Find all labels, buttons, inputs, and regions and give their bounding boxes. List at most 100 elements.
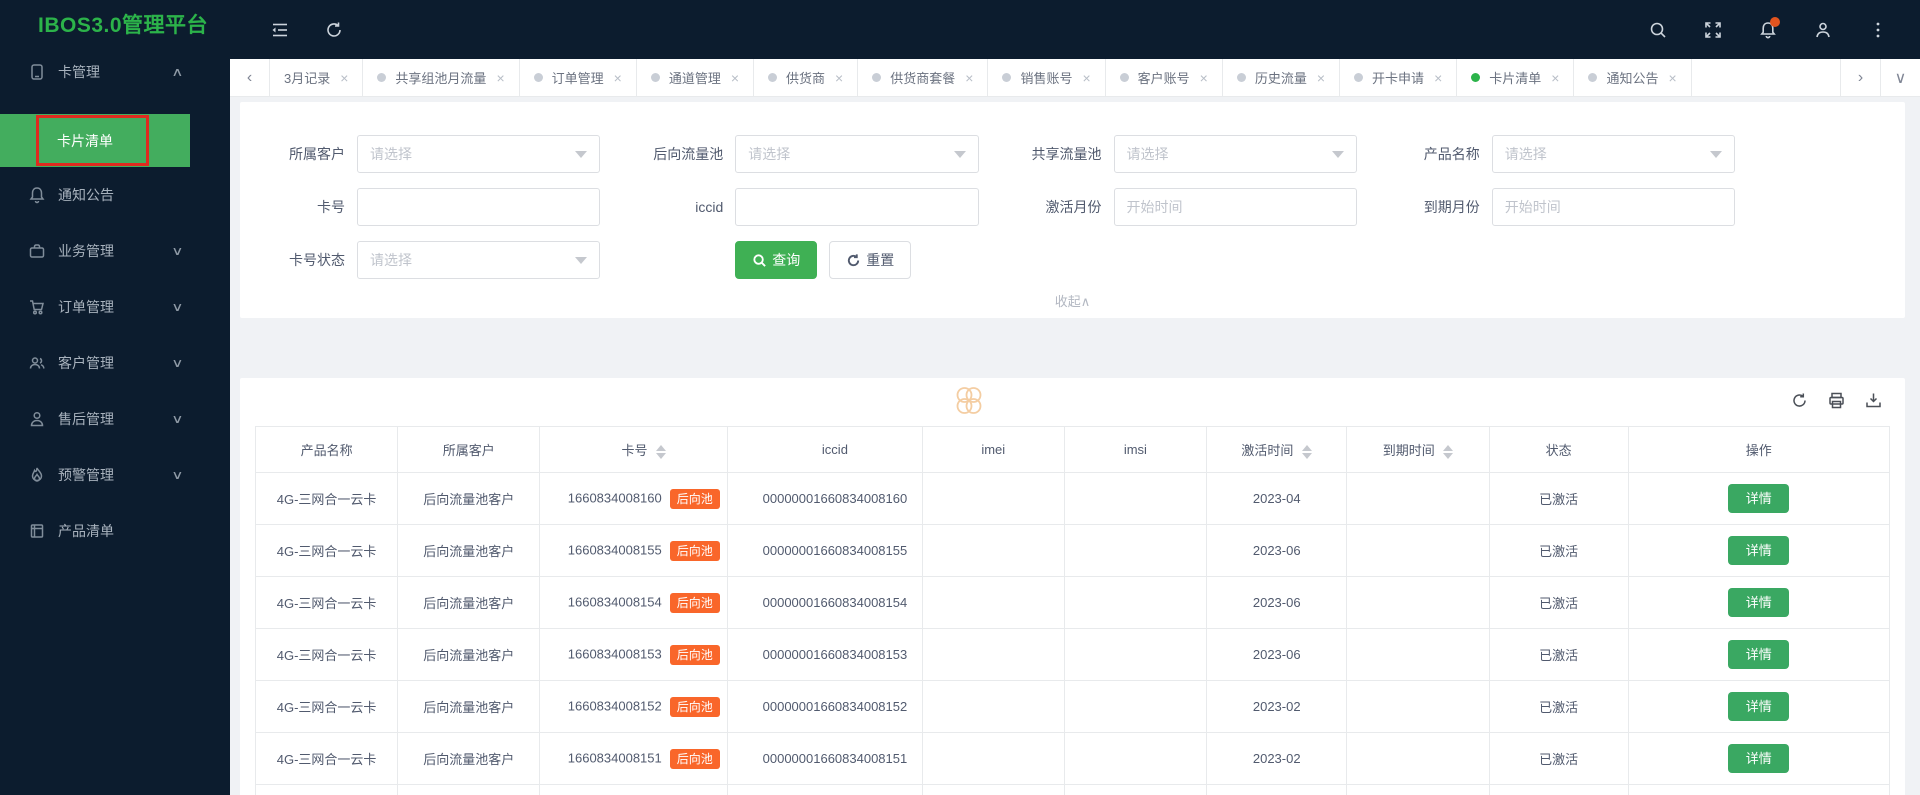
sidebar-item-label: 订单管理 bbox=[58, 299, 114, 315]
search-icon[interactable] bbox=[1648, 20, 1668, 40]
content-area: 所属客户 请选择 后向流量池 请选择 共享流量池 请选择 产品名称 请选择 卡号… bbox=[230, 97, 1920, 795]
tabs-menu-button[interactable]: ∨ bbox=[1880, 59, 1920, 96]
tab-notices[interactable]: 通知公告 × bbox=[1574, 59, 1692, 96]
field-label: 产品名称 bbox=[1423, 146, 1480, 162]
table-header-row: 产品名称 所属客户 卡号 iccid imei imsi 激活时间 到期时间 状… bbox=[254, 426, 1891, 473]
close-icon[interactable]: × bbox=[1551, 70, 1559, 86]
product-name-select[interactable]: 请选择 bbox=[1491, 135, 1735, 173]
topbar bbox=[230, 0, 1920, 59]
tab-shared-pool-monthly[interactable]: 共享组池月流量 × bbox=[363, 59, 520, 96]
tab-card-application[interactable]: 开卡申请 × bbox=[1340, 59, 1458, 96]
activation-month-input[interactable] bbox=[1126, 199, 1344, 215]
sidebar-item-warnings[interactable]: 预警管理 ∨ bbox=[0, 447, 230, 503]
field-label: iccid bbox=[695, 199, 724, 215]
user-avatar-icon[interactable] bbox=[1813, 20, 1833, 40]
tab-label: 通道管理 bbox=[668, 71, 721, 86]
close-icon[interactable]: × bbox=[340, 70, 348, 86]
close-icon[interactable]: × bbox=[1668, 70, 1676, 86]
sidebar-item-label: 产品清单 bbox=[58, 523, 114, 539]
iccid-input-wrap bbox=[735, 188, 979, 226]
close-icon[interactable]: × bbox=[731, 70, 739, 86]
card-number: 1660834008152 bbox=[567, 697, 662, 713]
detail-button[interactable]: 详情 bbox=[1728, 588, 1790, 617]
close-icon[interactable]: × bbox=[1200, 70, 1208, 86]
field-label: 卡号状态 bbox=[289, 252, 345, 268]
col-status: 状态 bbox=[1488, 426, 1629, 473]
tabs-scroll-left-button[interactable]: ‹ bbox=[230, 59, 270, 96]
tab-supplier[interactable]: 供货商 × bbox=[754, 59, 859, 96]
collapse-filters-toggle[interactable]: 收起∧ bbox=[240, 291, 1905, 310]
tab-dot bbox=[872, 73, 882, 82]
detail-button[interactable]: 详情 bbox=[1728, 744, 1790, 773]
tab-sales-account[interactable]: 销售账号 × bbox=[988, 59, 1106, 96]
tab-label: 销售账号 bbox=[1020, 71, 1073, 86]
close-icon[interactable]: × bbox=[1082, 70, 1090, 86]
sidebar-item-products[interactable]: 产品清单 bbox=[0, 503, 230, 559]
sidebar-item-label: 通知公告 bbox=[58, 187, 114, 203]
card-table: 产品名称 所属客户 卡号 iccid imei imsi 激活时间 到期时间 状… bbox=[254, 426, 1891, 795]
filter-panel: 所属客户 请选择 后向流量池 请选择 共享流量池 请选择 产品名称 请选择 卡号… bbox=[240, 102, 1905, 318]
sidebar-item-orders[interactable]: 订单管理 ∨ bbox=[0, 279, 230, 335]
sidebar-item-card-management[interactable]: 卡管理 ∧ bbox=[0, 48, 230, 96]
refresh-table-icon[interactable] bbox=[1791, 392, 1808, 409]
tab-channel-management[interactable]: 通道管理 × bbox=[637, 59, 755, 96]
col-actions: 操作 bbox=[1627, 426, 1891, 473]
pool-badge: 后向池 bbox=[669, 540, 720, 561]
expiry-month-input[interactable] bbox=[1504, 199, 1722, 215]
download-icon[interactable] bbox=[1865, 392, 1882, 409]
detail-button[interactable]: 详情 bbox=[1728, 536, 1790, 565]
col-customer: 所属客户 bbox=[397, 426, 541, 473]
close-icon[interactable]: × bbox=[835, 70, 843, 86]
iccid-input[interactable] bbox=[748, 199, 966, 215]
tab-month-record[interactable]: 3月记录 × bbox=[270, 59, 364, 96]
tab-label: 3月记录 bbox=[284, 71, 331, 86]
close-icon[interactable]: × bbox=[1317, 70, 1325, 86]
more-menu-icon[interactable] bbox=[1868, 20, 1888, 40]
tab-label: 共享组池月流量 bbox=[395, 71, 487, 86]
print-icon[interactable] bbox=[1828, 392, 1845, 409]
close-icon[interactable]: × bbox=[614, 70, 622, 86]
tab-dot bbox=[1119, 73, 1129, 82]
card-no-input[interactable] bbox=[370, 199, 588, 215]
sidebar-item-aftersales[interactable]: 售后管理 ∨ bbox=[0, 391, 230, 447]
detail-button[interactable]: 详情 bbox=[1728, 640, 1790, 669]
close-icon[interactable]: × bbox=[496, 70, 504, 86]
filter-field-backward-pool: 后向流量池 请选择 bbox=[628, 135, 979, 173]
field-label: 卡号 bbox=[317, 199, 345, 215]
detail-button[interactable]: 详情 bbox=[1728, 484, 1790, 513]
sidebar-item-business[interactable]: 业务管理 ∨ bbox=[0, 223, 230, 279]
col-card-no[interactable]: 卡号 bbox=[539, 426, 729, 473]
detail-button[interactable]: 详情 bbox=[1728, 692, 1790, 721]
notifications-bell-icon[interactable] bbox=[1758, 16, 1780, 40]
table-row-partial bbox=[254, 784, 1891, 795]
tab-card-list-active[interactable]: 卡片清单 × bbox=[1457, 59, 1575, 96]
tab-label: 通知公告 bbox=[1606, 71, 1659, 86]
refresh-page-icon[interactable] bbox=[324, 20, 344, 40]
close-icon[interactable]: × bbox=[965, 70, 973, 86]
bell-icon bbox=[28, 186, 46, 204]
tabs-scroll-right-button[interactable]: › bbox=[1840, 59, 1880, 96]
col-expires[interactable]: 到期时间 bbox=[1346, 426, 1490, 473]
card-status-select[interactable]: 请选择 bbox=[357, 241, 601, 279]
backward-pool-select[interactable]: 请选择 bbox=[735, 135, 979, 173]
shared-pool-select[interactable]: 请选择 bbox=[1113, 135, 1357, 173]
tab-customer-account[interactable]: 客户账号 × bbox=[1106, 59, 1223, 96]
sidebar-item-card-list[interactable]: 卡片清单 bbox=[0, 114, 190, 167]
reset-button[interactable]: 重置 bbox=[829, 241, 912, 279]
tab-order-management[interactable]: 订单管理 × bbox=[520, 59, 637, 96]
sidebar-item-notices[interactable]: 通知公告 bbox=[0, 167, 230, 223]
chevron-down-icon bbox=[1710, 150, 1722, 158]
tab-supplier-package[interactable]: 供货商套餐 × bbox=[858, 59, 989, 96]
activation-month-input-wrap bbox=[1113, 188, 1357, 226]
customer-select[interactable]: 请选择 bbox=[357, 135, 601, 173]
sidebar-item-customers[interactable]: 客户管理 ∨ bbox=[0, 335, 230, 391]
sidebar-item-label: 卡管理 bbox=[58, 64, 100, 80]
close-icon[interactable]: × bbox=[1434, 70, 1442, 86]
search-button[interactable]: 查询 bbox=[735, 241, 818, 279]
card-number: 1660834008151 bbox=[567, 749, 662, 765]
tab-history-traffic[interactable]: 历史流量 × bbox=[1223, 59, 1341, 96]
fullscreen-icon[interactable] bbox=[1703, 20, 1723, 40]
tab-dot bbox=[768, 73, 778, 82]
col-activated[interactable]: 激活时间 bbox=[1205, 426, 1348, 473]
collapse-sidebar-icon[interactable] bbox=[270, 20, 290, 40]
